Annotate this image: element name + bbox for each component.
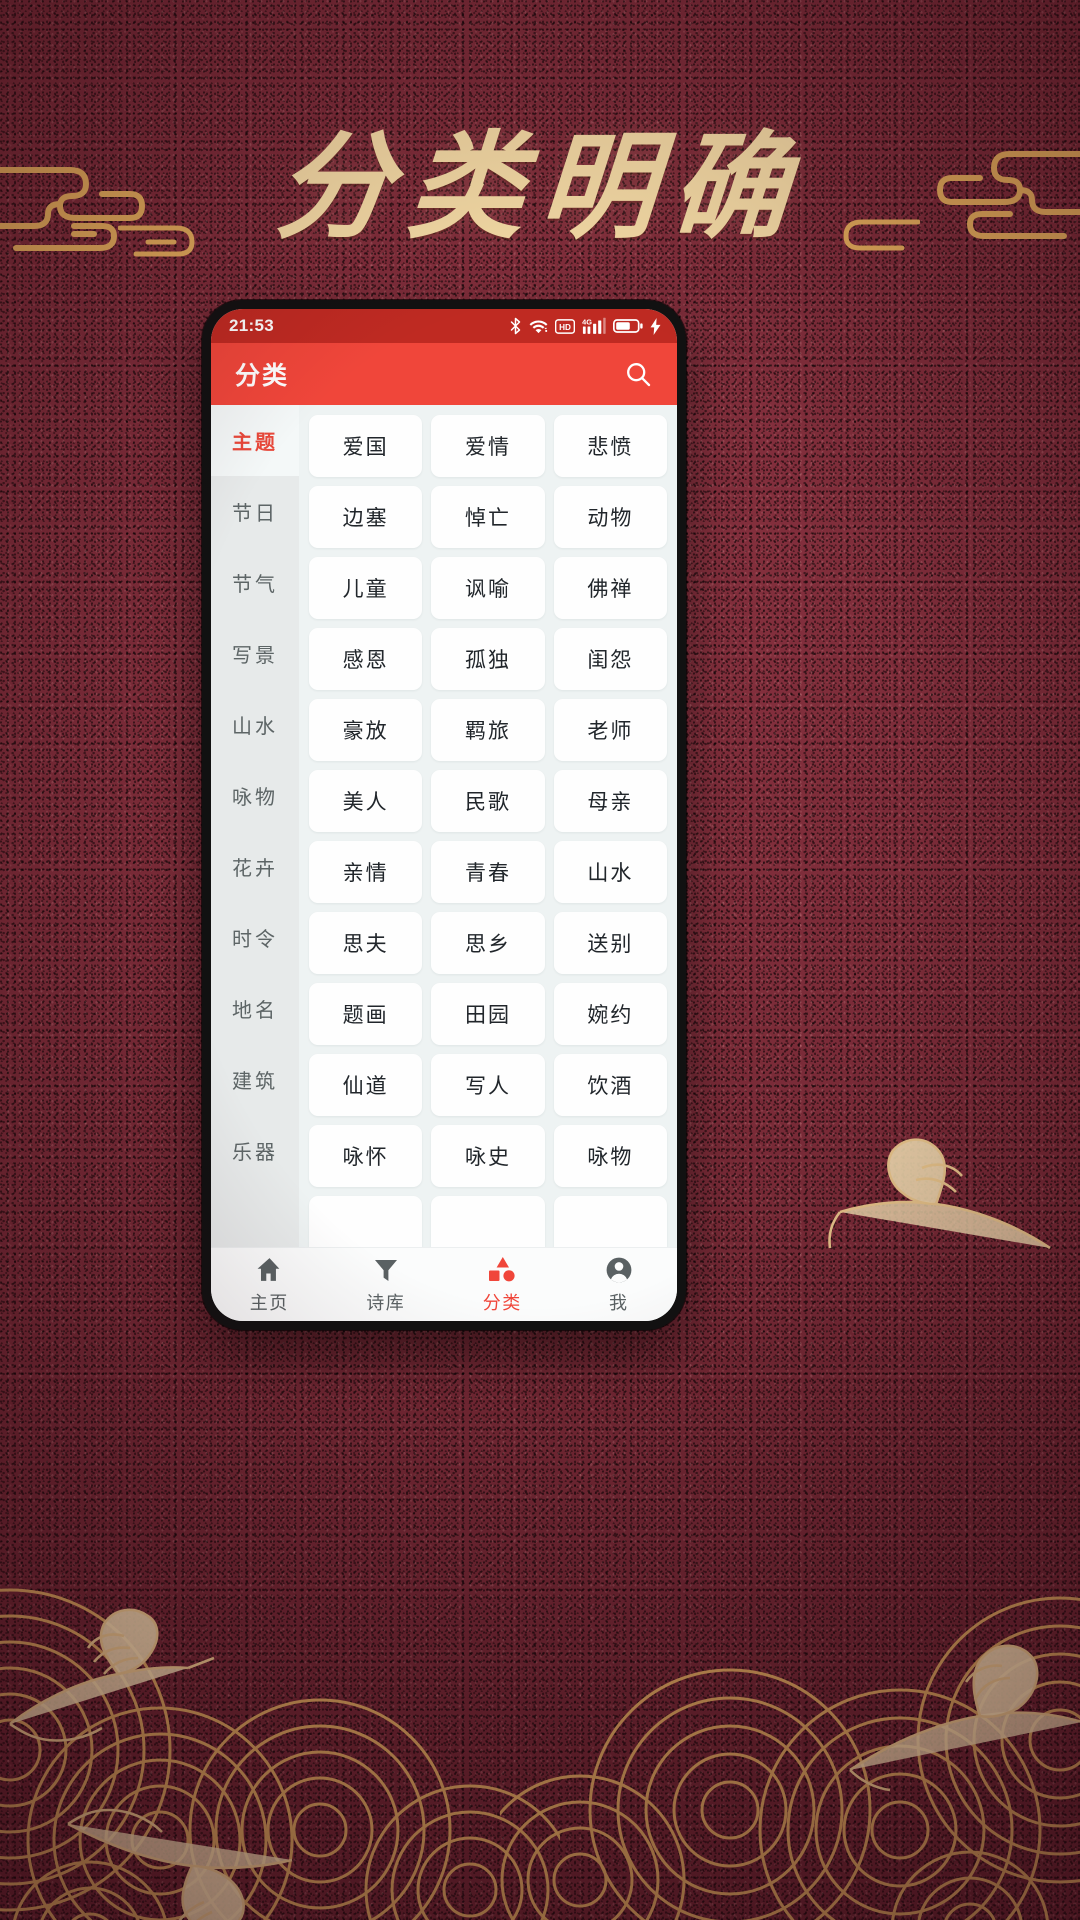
poster-canvas: 分类明确 21:53 bbox=[0, 0, 1080, 1920]
background-vignette bbox=[0, 0, 1080, 1920]
